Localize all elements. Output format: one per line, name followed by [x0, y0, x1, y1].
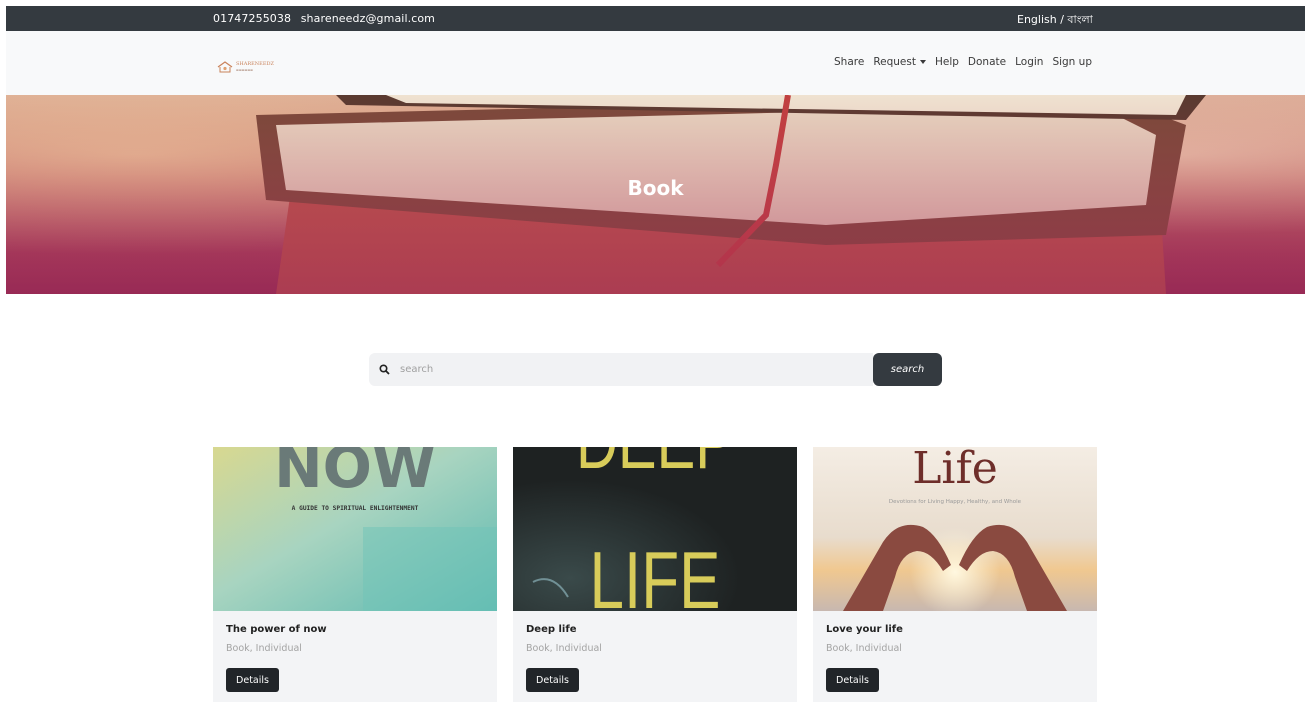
- top-contact-bar: 01747255038 shareneedz@gmail.com English…: [6, 6, 1305, 31]
- nav-donate[interactable]: Donate: [968, 56, 1006, 68]
- site-logo[interactable]: SHARENEEDZ ▬▬▬▬▬▬: [217, 59, 293, 75]
- nav-share[interactable]: Share: [834, 56, 864, 68]
- hero-banner: Book: [6, 95, 1305, 294]
- hero-title: Book: [627, 176, 684, 200]
- book-cover-image[interactable]: Life Devotions for Living Happy, Healthy…: [813, 447, 1097, 611]
- caret-down-icon: [919, 60, 926, 64]
- nav-signup[interactable]: Sign up: [1052, 56, 1092, 68]
- cover-subtitle-text: A GUIDE TO SPIRITUAL ENLIGHTENMENT: [292, 505, 419, 512]
- book-meta: Book, Individual: [526, 643, 602, 654]
- search-bar: [369, 353, 873, 386]
- nav-login[interactable]: Login: [1015, 56, 1043, 68]
- page: 01747255038 shareneedz@gmail.com English…: [0, 0, 1307, 702]
- search-icon: [379, 364, 390, 375]
- book-card: NOW A GUIDE TO SPIRITUAL ENLIGHTENMENT T…: [213, 447, 497, 702]
- navbar: SHARENEEDZ ▬▬▬▬▬▬ Share Request Help Don…: [6, 31, 1305, 95]
- phone-number: 01747255038: [213, 12, 292, 25]
- search-button[interactable]: search: [873, 353, 942, 386]
- nav-request-dropdown[interactable]: Request: [873, 56, 926, 68]
- book-cover-love-your-life: Life Devotions for Living Happy, Healthy…: [813, 447, 1097, 611]
- nav-request-label: Request: [873, 56, 916, 68]
- email-address[interactable]: shareneedz@gmail.com: [301, 12, 435, 25]
- book-cover-image[interactable]: NOW A GUIDE TO SPIRITUAL ENLIGHTENMENT: [213, 447, 497, 611]
- nav-links: Share Request Help Donate Login Sign up: [834, 56, 1092, 68]
- book-card: Life Devotions for Living Happy, Healthy…: [813, 447, 1097, 702]
- details-button[interactable]: Details: [526, 668, 579, 692]
- cover-subtitle-text: Devotions for Living Happy, Healthy, and…: [889, 499, 1022, 505]
- logo-tagline-mark: ▬▬▬▬▬▬: [236, 68, 254, 72]
- details-button[interactable]: Details: [226, 668, 279, 692]
- book-cover-deep-life: DEEP LIFE: [513, 447, 797, 611]
- book-cover-image[interactable]: DEEP LIFE: [513, 447, 797, 611]
- book-cover-power-of-now: NOW A GUIDE TO SPIRITUAL ENLIGHTENMENT: [213, 447, 497, 611]
- book-title: The power of now: [226, 624, 327, 635]
- nav-help[interactable]: Help: [935, 56, 959, 68]
- book-meta: Book, Individual: [226, 643, 302, 654]
- logo-icon: [217, 61, 233, 73]
- cover-title-text-2: LIFE: [590, 536, 721, 611]
- cover-title-text: NOW: [274, 447, 436, 501]
- book-meta: Book, Individual: [826, 643, 902, 654]
- book-card: DEEP LIFE Deep life Book, Individual Det…: [513, 447, 797, 702]
- book-title: Deep life: [526, 624, 577, 635]
- book-title: Love your life: [826, 624, 903, 635]
- contact-info: 01747255038 shareneedz@gmail.com: [213, 12, 441, 25]
- details-button[interactable]: Details: [826, 668, 879, 692]
- language-switcher[interactable]: English / বাংলা: [1017, 11, 1093, 30]
- search-input[interactable]: [397, 353, 867, 386]
- cover-title-text: Life: [912, 447, 998, 494]
- cover-title-text: DEEP: [576, 447, 734, 485]
